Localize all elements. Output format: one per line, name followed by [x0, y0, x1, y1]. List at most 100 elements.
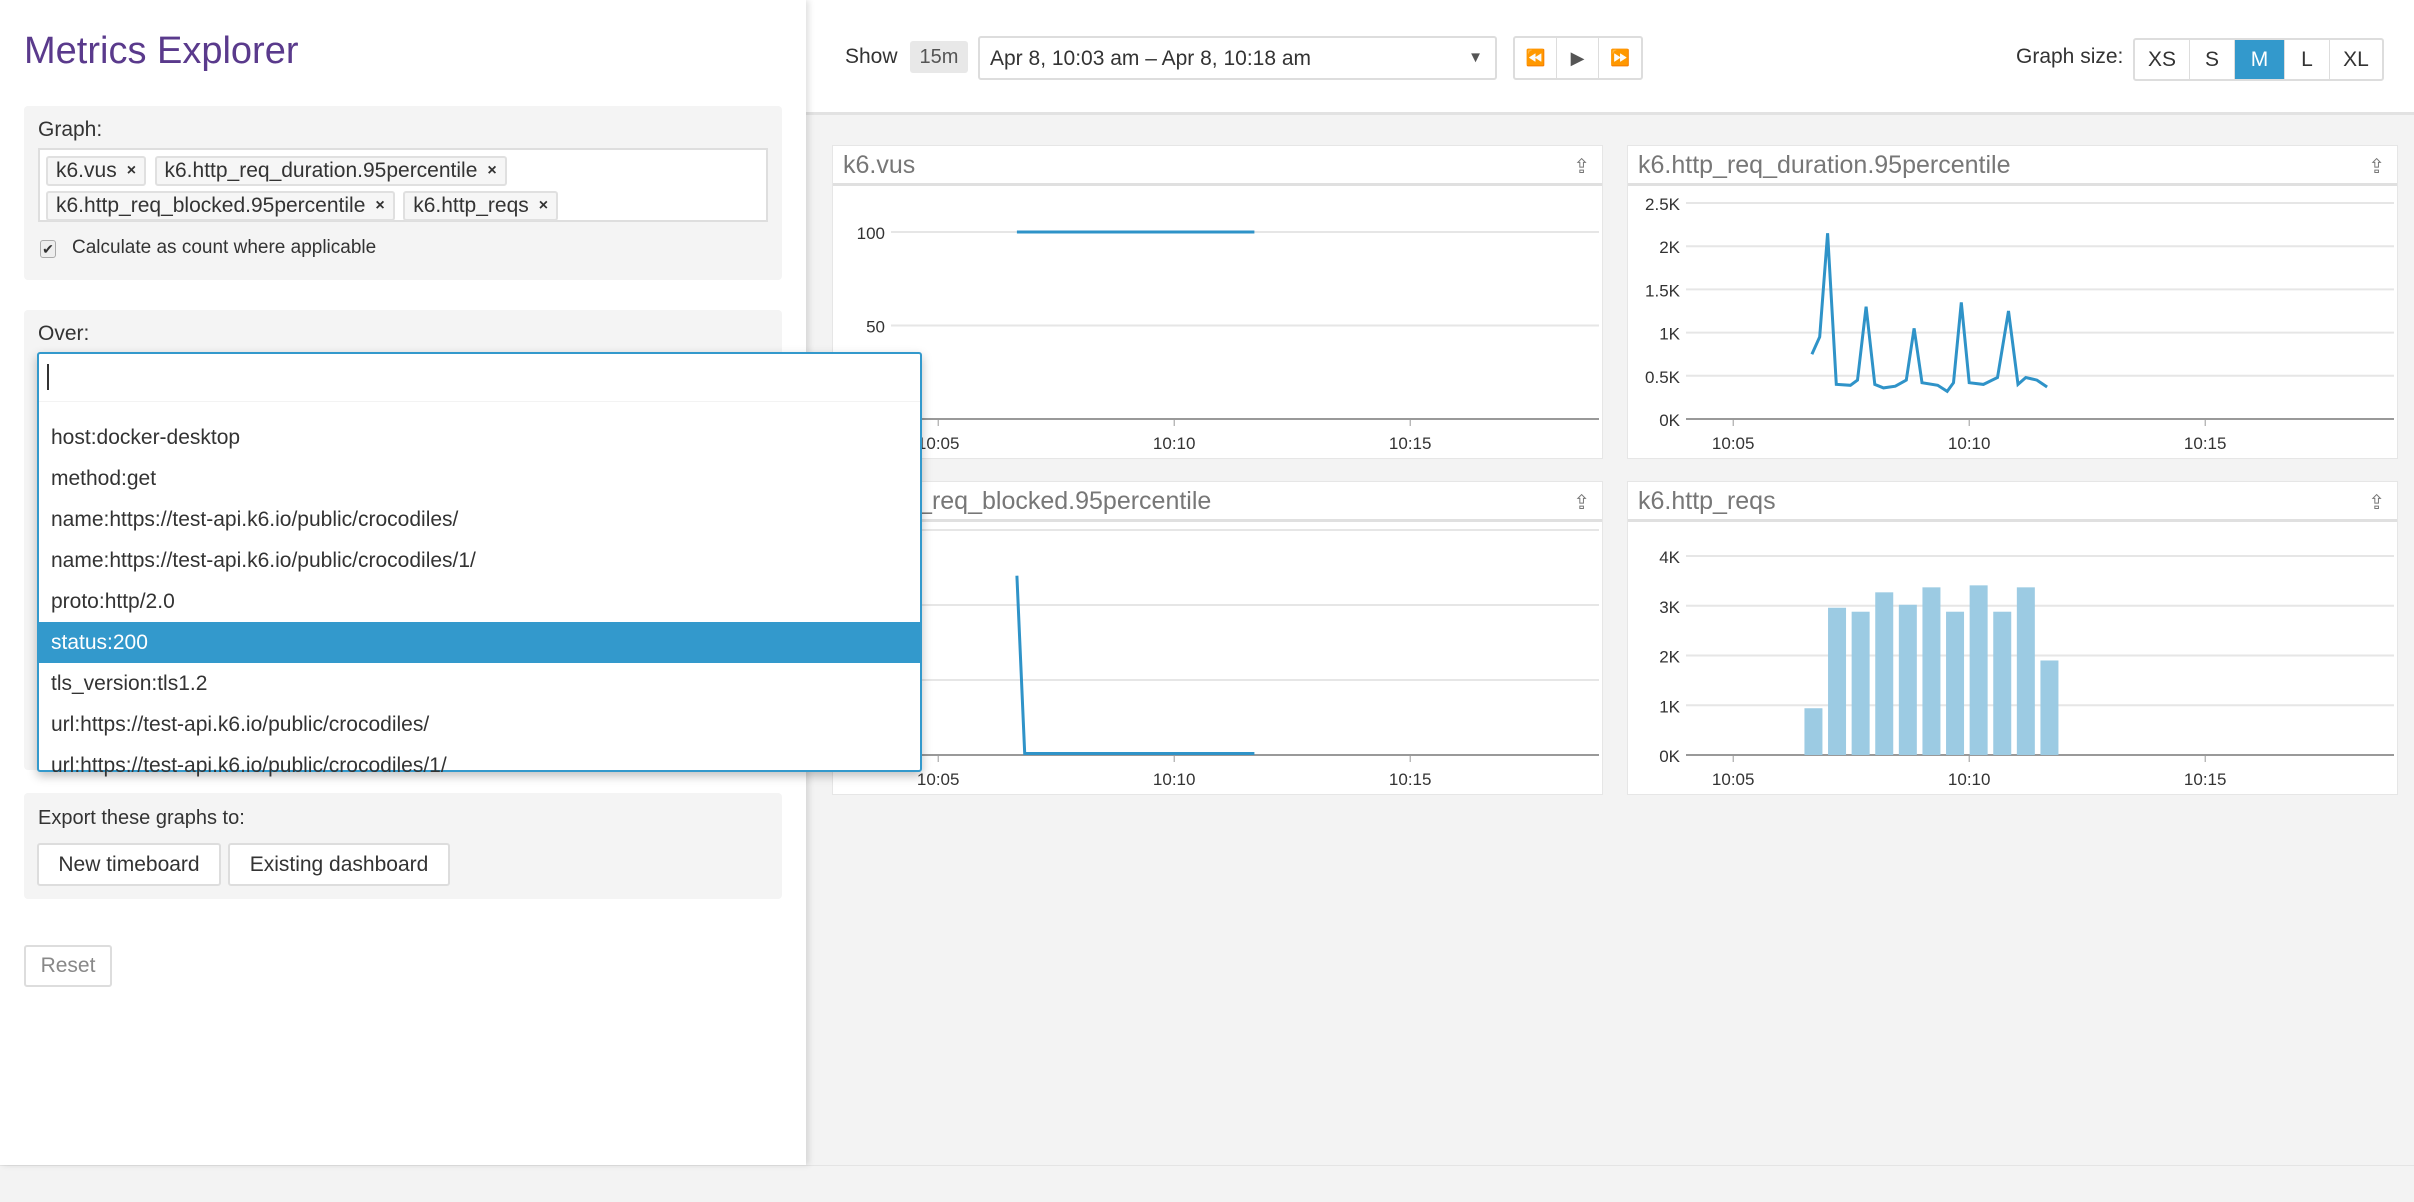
chart-panel-http-reqs: k6.http_reqs ⇪ 0K 1K 2K 3K 4K 10:05 10:10 10:15 [1627, 481, 2398, 795]
y-tick-label: 50 [866, 318, 885, 337]
dropdown-option[interactable]: url:https://test-api.k6.io/public/crocod… [39, 745, 920, 786]
x-tick-label: 10:10 [1153, 770, 1196, 789]
chart-panel-vus: k6.vus ⇪ 50 100 10:05 10:10 10:15 [832, 145, 1603, 459]
rewind-icon[interactable]: ⏪ [1515, 38, 1557, 78]
toolbar: Show 15m Apr 8, 10:03 am – Apr 8, 10:18 … [806, 0, 2414, 115]
dropdown-option[interactable]: name:https://test-api.k6.io/public/croco… [39, 499, 920, 540]
y-tick-label: 1.5K [1645, 281, 1681, 300]
graph-label: Graph: [38, 118, 103, 141]
metric-tag: k6.vus × [46, 156, 147, 186]
y-tick-label: 2K [1659, 648, 1680, 667]
bar [1828, 607, 1847, 755]
dropdown-option[interactable]: host:docker-desktop [39, 417, 920, 458]
over-input[interactable] [39, 354, 920, 402]
time-nav-group: ⏪ ▶ ⏩ [1513, 36, 1643, 80]
metric-tag: k6.http_req_duration.95percentile × [154, 156, 507, 186]
time-range-select[interactable]: Apr 8, 10:03 am – Apr 8, 10:18 am ▼ [978, 36, 1497, 80]
count-checkbox-label: Calculate as count where applicable [72, 237, 377, 258]
chart-http-reqs: 0K 1K 2K 3K 4K 10:05 10:10 10:15 [1659, 548, 2394, 789]
metric-tag-label: k6.http_req_blocked.95percentile [56, 194, 366, 217]
bar [1898, 604, 1917, 755]
graph-size-group: XS S M L XL [2133, 38, 2384, 81]
page-title: Metrics Explorer [24, 30, 299, 72]
bar [1875, 592, 1894, 755]
bar [1946, 611, 1965, 755]
y-tick-label: 2.5K [1645, 195, 1681, 214]
x-tick-label: 10:15 [2184, 770, 2227, 789]
size-l-button[interactable]: L [2285, 40, 2330, 79]
y-tick-label: 3K [1659, 598, 1680, 617]
footer-strip [0, 1165, 2414, 1202]
x-tick-label: 10:05 [917, 434, 960, 453]
show-label: Show [845, 45, 898, 68]
play-icon[interactable]: ▶ [1557, 38, 1599, 78]
new-timeboard-button[interactable]: New timeboard [37, 843, 221, 886]
chart-vus: 50 100 10:05 10:10 10:15 [857, 224, 1599, 453]
y-tick-label: 1K [1659, 697, 1680, 716]
y-tick-label: 1K [1659, 325, 1680, 344]
graph-size-label: Graph size: [2016, 45, 2124, 68]
metric-tag-label: k6.http_reqs [413, 194, 529, 217]
size-s-button[interactable]: S [2190, 40, 2235, 79]
metric-tag: k6.http_reqs × [403, 191, 559, 221]
remove-tag-icon[interactable]: × [539, 197, 548, 215]
over-label: Over: [38, 322, 90, 345]
chart-panel-req-duration: k6.http_req_duration.95percentile ⇪ 0K 0.5… [1627, 145, 2398, 459]
metric-tag-input[interactable]: k6.vus × k6.http_req_duration.95percentil… [38, 148, 768, 222]
remove-tag-icon[interactable]: × [487, 162, 496, 180]
y-tick-label: 0K [1659, 411, 1680, 430]
reset-button[interactable]: Reset [24, 945, 112, 987]
bar [1804, 708, 1823, 755]
chart-req-blocked: 10:05 10:10 10:15 [891, 529, 1599, 789]
range-badge[interactable]: 15m [910, 41, 968, 73]
x-tick-label: 10:05 [1712, 434, 1755, 453]
series-line [1810, 233, 2048, 394]
count-checkbox[interactable]: ✔ [40, 240, 56, 258]
metric-tag-label: k6.vus [56, 159, 117, 182]
chevron-down-icon: ▼ [1468, 49, 1483, 66]
dropdown-option[interactable]: method:get [39, 458, 920, 499]
bar [1969, 585, 1988, 755]
bar [1922, 587, 1941, 755]
size-xl-button[interactable]: XL [2330, 40, 2382, 79]
y-tick-label: 4K [1659, 548, 1680, 567]
metric-tag: k6.http_req_blocked.95percentile × [46, 191, 395, 221]
size-m-button[interactable]: M [2235, 40, 2285, 79]
series-line [1015, 575, 1255, 755]
y-tick-label: 0K [1659, 747, 1680, 766]
fast-forward-icon[interactable]: ⏩ [1599, 38, 1641, 78]
bar [2016, 587, 2035, 755]
dropdown-option-highlighted[interactable]: status:200 [39, 622, 920, 663]
bar [2040, 660, 2059, 755]
dropdown-option[interactable]: url:https://test-api.k6.io/public/crocod… [39, 704, 920, 745]
x-tick-label: 10:15 [1389, 434, 1432, 453]
x-tick-label: 10:05 [917, 770, 960, 789]
dropdown-option[interactable]: name:https://test-api.k6.io/public/croco… [39, 540, 920, 581]
over-tag-dropdown: host:docker-desktop method:get name:http… [37, 352, 922, 777]
y-tick-label: 100 [857, 224, 885, 243]
x-tick-label: 10:15 [2184, 434, 2227, 453]
chart-req-duration: 0K 0.5K 1K 1.5K 2K 2.5K 10:05 10:10 10:15 [1645, 195, 2394, 453]
x-tick-label: 10:10 [1948, 434, 1991, 453]
bar [1993, 611, 2012, 755]
time-range-value: Apr 8, 10:03 am – Apr 8, 10:18 am [990, 47, 1312, 70]
metric-tag-label: k6.http_req_duration.95percentile [164, 159, 478, 182]
x-tick-label: 10:10 [1153, 434, 1196, 453]
export-section: Export these graphs to: New timeboard Ex… [24, 793, 782, 899]
dropdown-option[interactable]: proto:http/2.0 [39, 581, 920, 622]
y-tick-label: 2K [1659, 238, 1680, 257]
bar [1851, 611, 1870, 755]
export-label: Export these graphs to: [38, 807, 245, 829]
x-tick-label: 10:05 [1712, 770, 1755, 789]
chart-panel-req-blocked: k6.http_req_blocked.95percentile ⇪ 10:05 1… [832, 481, 1603, 795]
y-tick-label: 0.5K [1645, 368, 1681, 387]
remove-tag-icon[interactable]: × [127, 162, 136, 180]
x-tick-label: 10:10 [1948, 770, 1991, 789]
remove-tag-icon[interactable]: × [375, 197, 384, 215]
existing-dashboard-button[interactable]: Existing dashboard [228, 843, 450, 886]
dropdown-option[interactable]: tls_version:tls1.2 [39, 663, 920, 704]
text-cursor [47, 364, 49, 390]
x-tick-label: 10:15 [1389, 770, 1432, 789]
graph-section: Graph: k6.vus × k6.http_req_duration.95pe… [24, 106, 782, 280]
size-xs-button[interactable]: XS [2135, 40, 2190, 79]
